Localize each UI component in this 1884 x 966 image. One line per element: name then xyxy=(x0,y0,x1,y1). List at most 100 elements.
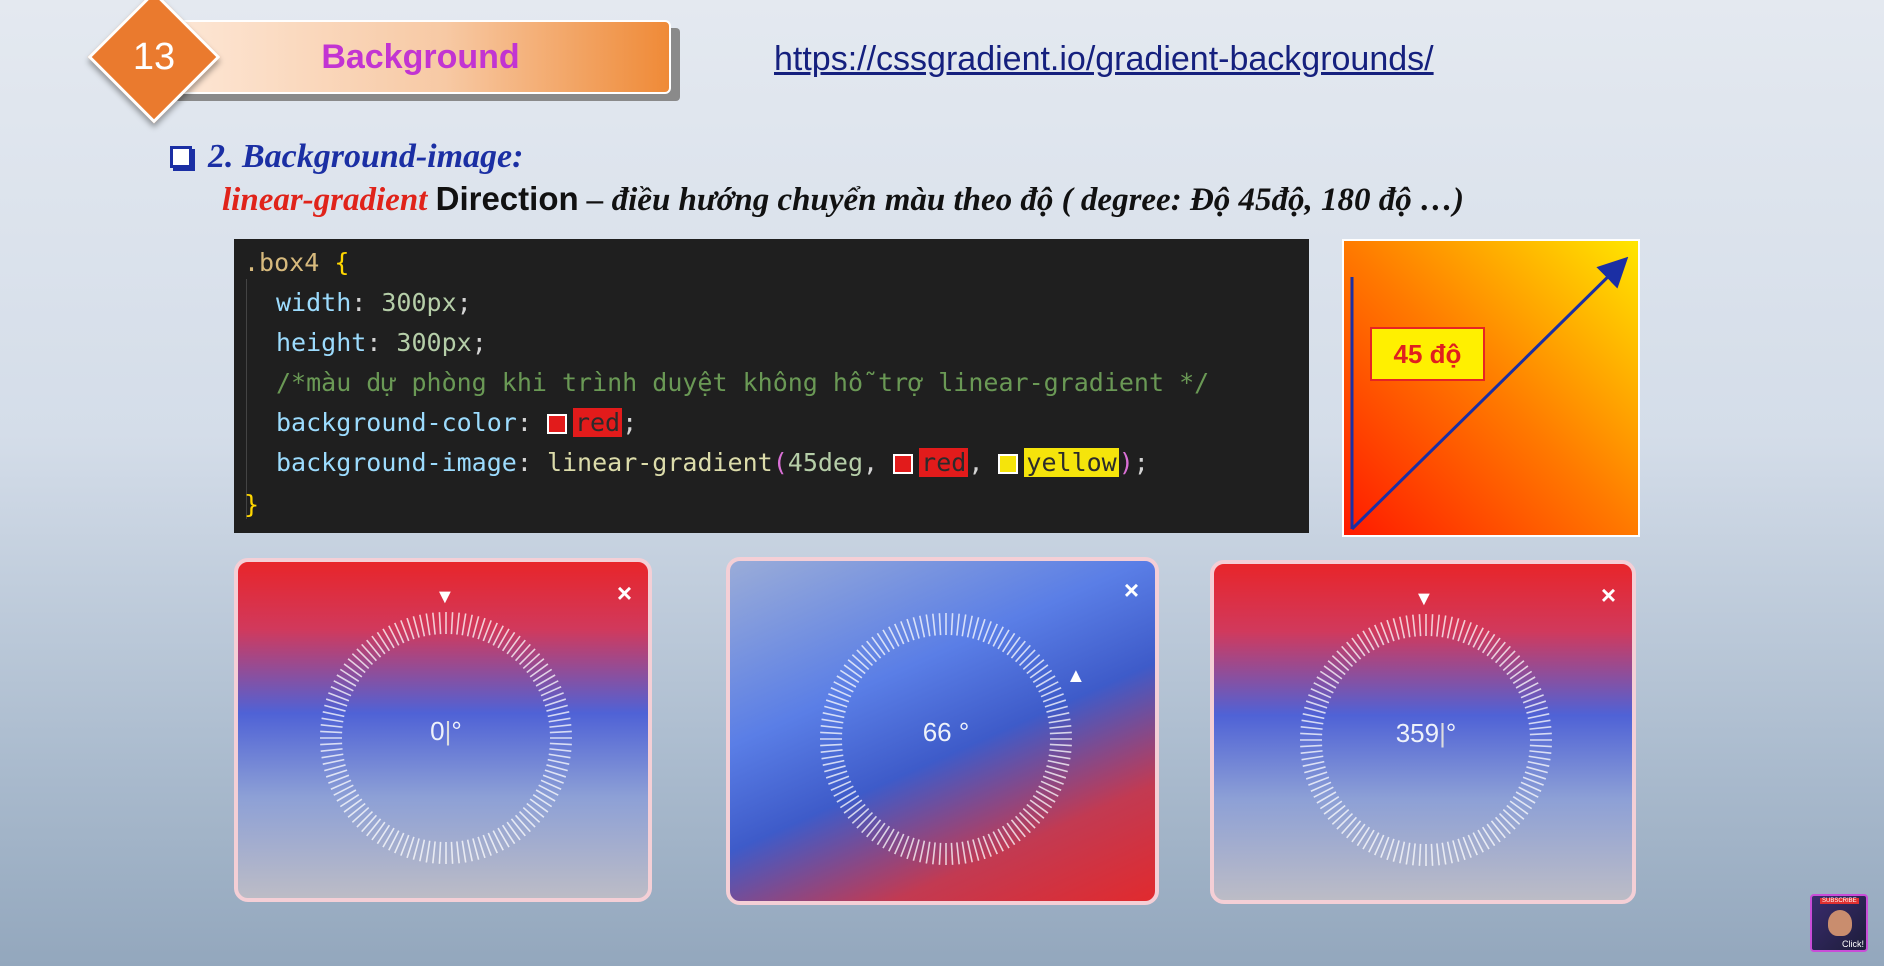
dial-tick xyxy=(950,842,954,865)
dial-tick xyxy=(1405,615,1411,638)
dial-tick xyxy=(1506,660,1525,676)
dial-tick xyxy=(1305,700,1328,709)
dial-tick xyxy=(871,636,886,656)
code-line-width: width: 300px; xyxy=(276,288,472,317)
close-icon[interactable]: × xyxy=(1124,577,1139,603)
dial-tick xyxy=(406,836,415,859)
dial-tick xyxy=(1405,842,1411,865)
dial-tick xyxy=(548,753,571,759)
dial-tick xyxy=(932,613,936,636)
dial-tick xyxy=(843,799,863,814)
dial-tick xyxy=(412,616,420,638)
dial-tick xyxy=(1399,841,1406,864)
dial-tick xyxy=(1446,841,1453,864)
dial-tick xyxy=(1452,840,1460,862)
dial-tick xyxy=(1331,655,1350,672)
dial-tick xyxy=(1356,633,1371,654)
dial-tick xyxy=(522,653,541,670)
dial-tick xyxy=(339,793,360,808)
yellow-swatch-icon[interactable] xyxy=(998,454,1019,474)
dial-tick xyxy=(320,730,343,734)
dial-tick xyxy=(820,743,843,747)
dial-tick xyxy=(1436,614,1440,637)
dial-tick xyxy=(961,841,967,864)
dial-tick xyxy=(366,639,382,658)
dial-tick xyxy=(1305,771,1328,780)
angle-value[interactable]: 359|° xyxy=(1356,718,1496,749)
dial-tick xyxy=(1524,771,1547,780)
dial-tick xyxy=(518,810,536,828)
dial-tick xyxy=(506,635,521,655)
dial-tick xyxy=(1418,614,1422,637)
avatar-caption: Click! xyxy=(1842,939,1864,949)
dial-tick xyxy=(1341,816,1358,835)
red-swatch-icon[interactable] xyxy=(893,454,914,474)
dial-tick xyxy=(1336,650,1354,668)
code-line-bgcolor: background-color: red; xyxy=(276,408,638,437)
red-swatch-icon[interactable] xyxy=(546,414,567,434)
dial-tick xyxy=(1486,823,1501,843)
dial-tick xyxy=(1336,812,1354,830)
dial-tick xyxy=(1044,770,1067,779)
dial-tick xyxy=(376,824,391,845)
angle-value[interactable]: 0|° xyxy=(376,716,516,747)
dial-tick xyxy=(518,648,536,666)
dial-tick xyxy=(1529,744,1552,748)
dial-tick xyxy=(972,617,980,639)
dial-tick xyxy=(1509,665,1529,680)
dial-tick xyxy=(950,613,954,636)
dial-tick xyxy=(544,698,567,707)
dial-tick xyxy=(1356,826,1371,847)
dial-tick xyxy=(1323,800,1343,815)
dial-tick xyxy=(1486,637,1501,657)
dial-tick xyxy=(938,842,942,865)
angle-marker-icon[interactable]: ▼ xyxy=(435,586,455,609)
cssgradient-link[interactable]: https://cssgradient.io/gradient-backgrou… xyxy=(774,40,1434,79)
dial-tick xyxy=(1047,759,1070,766)
dial-tick xyxy=(825,770,848,779)
dial-tick xyxy=(820,749,843,753)
dial-tick xyxy=(1048,718,1071,724)
dial-tick xyxy=(1026,803,1045,819)
subheading-rest: – điều hướng chuyển màu theo độ ( degree… xyxy=(578,182,1465,218)
dial-tick xyxy=(1301,755,1324,761)
dial-tick xyxy=(1032,669,1053,684)
dial-tick xyxy=(343,798,363,813)
dial-tick xyxy=(1304,766,1326,774)
dial-tick xyxy=(1526,766,1548,774)
dial-tick xyxy=(546,764,568,772)
dial-tick xyxy=(925,614,931,637)
dial-tick xyxy=(371,635,386,655)
lesson-number: 13 xyxy=(132,35,176,78)
dial-tick xyxy=(1441,842,1447,865)
dial-tick xyxy=(549,748,572,752)
close-icon[interactable]: × xyxy=(617,580,632,606)
close-icon[interactable]: × xyxy=(1601,582,1616,608)
dial-tick xyxy=(461,840,467,863)
dial-tick xyxy=(824,705,846,713)
dial-tick xyxy=(472,616,480,638)
dial-tick xyxy=(1001,825,1016,846)
angle-value[interactable]: 66 ° xyxy=(876,717,1016,748)
subscribe-badge: SUBSCRIBE xyxy=(1820,898,1859,904)
dial-tick xyxy=(1046,705,1068,713)
dial-tick xyxy=(347,802,366,818)
code-line-close: } xyxy=(244,490,260,519)
dial-tick xyxy=(1528,719,1551,725)
dial-tick xyxy=(1001,632,1016,653)
section-subheading: linear-gradient Direction – điều hướng c… xyxy=(222,180,1464,219)
dial-tick xyxy=(1418,843,1422,866)
dial-tick xyxy=(1490,641,1506,660)
dial-tick xyxy=(1430,614,1434,637)
dial-tick xyxy=(1441,615,1447,638)
dial-tick xyxy=(472,838,480,860)
angle-marker-icon[interactable]: ▼ xyxy=(1414,588,1434,611)
dial-tick xyxy=(320,742,343,746)
code-panel: .box4 { width: 300px; height: 300px; /*m… xyxy=(234,239,1309,533)
dial-tick xyxy=(1457,838,1466,861)
channel-avatar[interactable]: SUBSCRIBE Click! xyxy=(1810,894,1868,952)
dial-tick xyxy=(821,718,844,724)
dial-tick xyxy=(932,842,936,865)
dial-tick xyxy=(851,807,870,824)
page-title: Background xyxy=(170,20,671,94)
